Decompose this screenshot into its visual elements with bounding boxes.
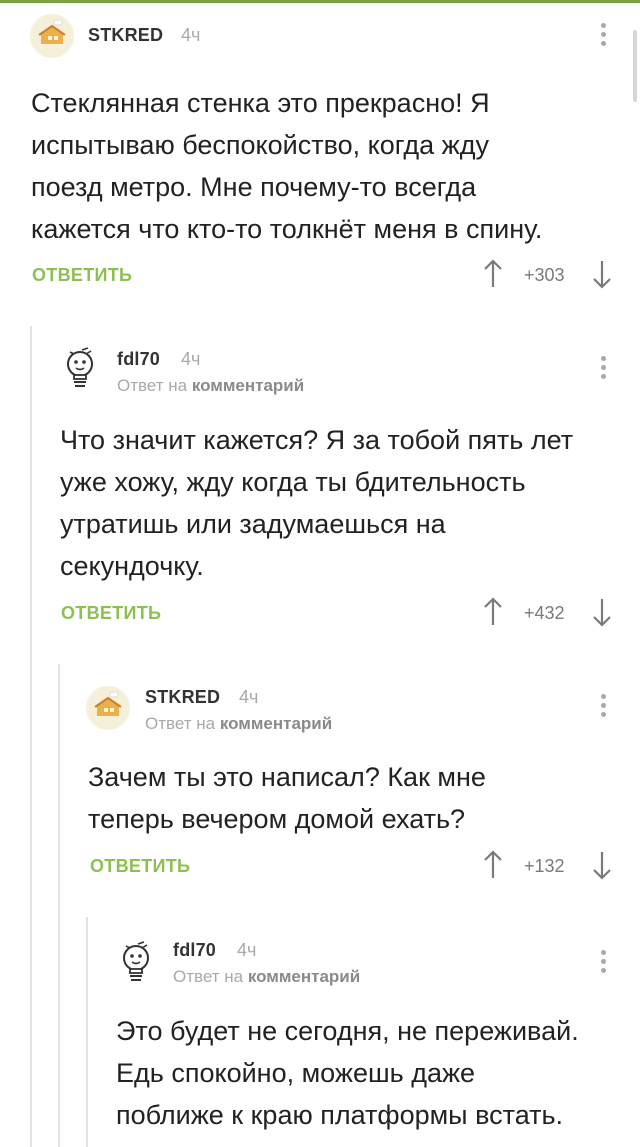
upvote-arrow-icon[interactable] bbox=[482, 597, 504, 627]
rating-score: +432 bbox=[524, 603, 565, 623]
comment: fdl70 4ч Ответ на комментарий Что значит… bbox=[0, 340, 640, 640]
comment-text-line: Зачем ты это написал? Как мне bbox=[88, 762, 486, 792]
comment-time: 4ч bbox=[239, 687, 259, 707]
reply-to-prefix: Ответ на bbox=[173, 967, 244, 986]
comment: STKRED 4ч Стеклянная стенка это прекрасн… bbox=[0, 0, 640, 310]
comment-text-line: теперь вечером домой ехать? bbox=[88, 804, 466, 834]
comment-time: 4ч bbox=[237, 940, 257, 960]
comment-text-line: Что значит кажется? Я за тобой пять лет bbox=[60, 425, 574, 455]
reply-button[interactable]: ОТВЕТИТЬ bbox=[90, 856, 190, 877]
comment-text: Это будет не сегодня, не переживай. Едь … bbox=[116, 1010, 636, 1136]
upvote-arrow-icon[interactable] bbox=[482, 850, 504, 880]
reply-to-line: Ответ на комментарий bbox=[145, 714, 332, 734]
comment-text: Что значит кажется? Я за тобой пять лет … bbox=[60, 419, 630, 587]
comment-author[interactable]: fdl70 bbox=[117, 349, 160, 370]
reply-button[interactable]: ОТВЕТИТЬ bbox=[61, 603, 161, 624]
reply-button[interactable]: ОТВЕТИТЬ bbox=[32, 265, 132, 286]
comment-text-line: Это будет не сегодня, не переживай. bbox=[116, 1016, 579, 1046]
house-avatar-icon[interactable] bbox=[86, 686, 130, 730]
reply-to-line: Ответ на комментарий bbox=[173, 967, 360, 987]
house-avatar-icon[interactable] bbox=[30, 14, 74, 58]
comment-text: Стеклянная стенка это прекрасно! Я испыт… bbox=[31, 82, 621, 250]
comment-time: 4ч bbox=[181, 25, 201, 45]
downvote-arrow-icon[interactable] bbox=[591, 850, 613, 880]
comment-author[interactable]: STKRED bbox=[145, 687, 220, 708]
comment-text-line: кажется что кто-то толкнёт меня в спину. bbox=[31, 214, 543, 244]
comment-text: Зачем ты это написал? Как мне теперь веч… bbox=[88, 756, 628, 840]
comment-text-line: поезд метро. Мне почему-то всегда bbox=[31, 172, 477, 202]
comment-text-line: поближе к краю платформы встать. bbox=[116, 1100, 564, 1130]
reply-to-link[interactable]: комментарий bbox=[220, 714, 332, 733]
reply-to-link[interactable]: комментарий bbox=[248, 967, 360, 986]
comment-author[interactable]: STKRED bbox=[88, 25, 163, 46]
rating-score: +132 bbox=[524, 856, 565, 876]
lightbulb-avatar-icon[interactable] bbox=[58, 346, 102, 390]
downvote-arrow-icon[interactable] bbox=[591, 597, 613, 627]
more-options-icon[interactable] bbox=[598, 694, 608, 722]
more-options-icon[interactable] bbox=[598, 950, 608, 978]
rating-score: +303 bbox=[524, 265, 565, 285]
reply-to-link[interactable]: комментарий bbox=[192, 376, 304, 395]
comment-time: 4ч bbox=[181, 349, 201, 369]
comment-text-line: Стеклянная стенка это прекрасно! Я bbox=[31, 88, 490, 118]
more-options-icon[interactable] bbox=[598, 23, 608, 51]
comment-author[interactable]: fdl70 bbox=[173, 940, 216, 961]
comment: STKRED 4ч Ответ на комментарий Зачем ты … bbox=[0, 680, 640, 900]
comment-text-line: секундочку. bbox=[60, 551, 204, 581]
reply-to-line: Ответ на комментарий bbox=[117, 376, 304, 396]
comment-text-line: Едь спокойно, можешь даже bbox=[116, 1058, 476, 1088]
comment: fdl70 4ч Ответ на комментарий Это будет … bbox=[0, 934, 640, 1147]
comment-text-line: утратишь или задумаешься на bbox=[60, 509, 446, 539]
reply-to-prefix: Ответ на bbox=[145, 714, 216, 733]
comment-text-line: испытываю беспокойство, когда жду bbox=[31, 130, 489, 160]
comment-text-line: уже хожу, жду когда ты бдительность bbox=[60, 467, 526, 497]
upvote-arrow-icon[interactable] bbox=[482, 259, 504, 289]
downvote-arrow-icon[interactable] bbox=[591, 259, 613, 289]
more-options-icon[interactable] bbox=[598, 356, 608, 384]
reply-to-prefix: Ответ на bbox=[117, 376, 188, 395]
lightbulb-avatar-icon[interactable] bbox=[114, 940, 158, 984]
